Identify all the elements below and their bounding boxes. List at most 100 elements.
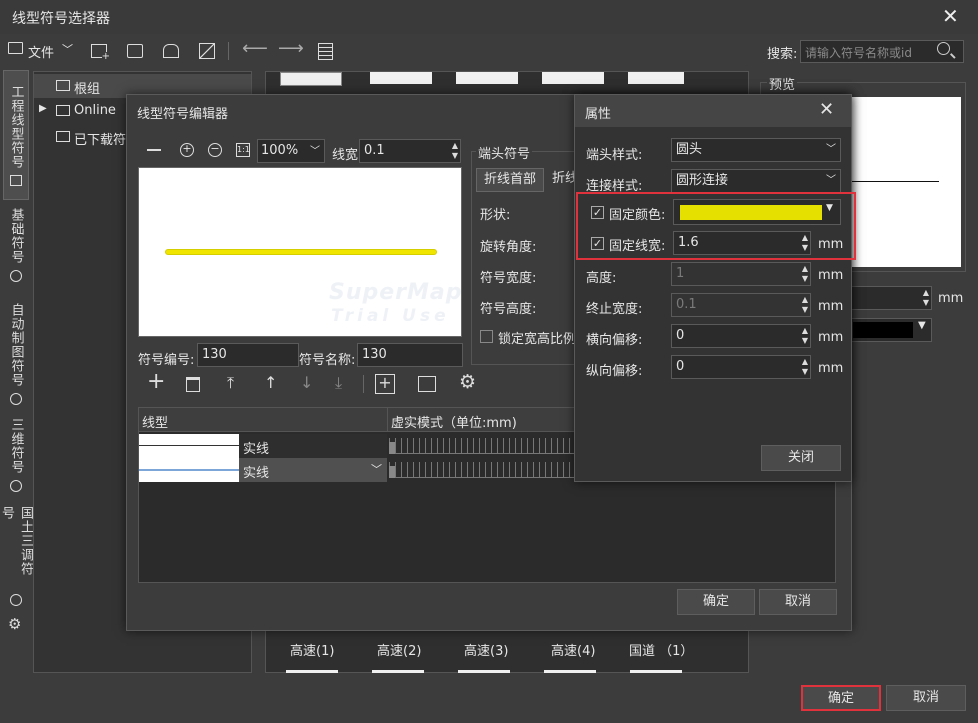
gear-icon[interactable]: ⚙ — [8, 615, 21, 633]
insert-symbol-icon[interactable] — [418, 376, 436, 392]
editor-title: 线型符号编辑器 — [137, 107, 229, 122]
symbol-cell[interactable] — [542, 72, 604, 84]
chevron-down-icon[interactable]: ﹀ — [371, 461, 382, 477]
symbol-label[interactable]: 高速(2) — [377, 640, 421, 659]
watermark: Trial Use — [331, 306, 450, 326]
line-tool-icon[interactable] — [196, 40, 218, 62]
symbol-label[interactable]: 国道 （1） — [629, 640, 693, 659]
right-unit: mm — [938, 291, 964, 306]
dash-ruler[interactable] — [389, 462, 585, 478]
chevron-down-icon: ﹀ — [826, 144, 836, 155]
edited-line[interactable] — [165, 249, 437, 255]
line-width-input[interactable]: 0.1 ▲ ▼ — [359, 139, 461, 163]
globe-icon — [10, 393, 22, 405]
zoom-select[interactable]: 100% ﹀ — [257, 139, 325, 163]
main-ok-button[interactable]: 确定 — [801, 685, 881, 711]
close-button[interactable]: 关闭 — [761, 445, 841, 471]
search-label: 搜索: — [767, 47, 798, 62]
side-tab-basic[interactable]: 基础符号 — [3, 208, 29, 298]
name-input[interactable]: 130 — [357, 343, 463, 367]
back-arrow-icon[interactable]: ⟵ — [242, 38, 268, 59]
main-toolbar: 文件 ﹀ + ⟵ ⟶ 搜索: 请输入符号名称或id — [0, 36, 978, 66]
search-input[interactable]: 请输入符号名称或id — [800, 40, 964, 63]
separator — [363, 375, 364, 393]
name-label: 符号名称: — [299, 353, 356, 368]
side-tab-engineering[interactable]: 工程线型符号 — [3, 70, 29, 200]
col-divider — [387, 408, 388, 432]
color-swatch — [853, 322, 913, 338]
main-cancel-button[interactable]: 取消 — [886, 685, 966, 711]
add-icon[interactable]: + — [147, 369, 165, 394]
cap-style-select[interactable]: 圆头 ﹀ — [671, 138, 841, 162]
height-input[interactable]: 1 ▲ ▼ — [671, 262, 811, 286]
symbol-cell[interactable] — [456, 72, 518, 84]
search-icon[interactable] — [937, 42, 950, 55]
move-down-icon[interactable]: ↓ — [300, 373, 313, 392]
window-title: 线型符号选择器 — [12, 11, 110, 27]
close-icon[interactable]: ✕ — [942, 4, 959, 28]
actual-size-icon[interactable]: 1:1 — [236, 143, 250, 157]
symbol-cell[interactable] — [280, 72, 342, 86]
line-preview — [139, 458, 239, 482]
edit-symbol-icon[interactable] — [124, 40, 146, 62]
lock-ratio-checkbox[interactable] — [480, 330, 493, 343]
dash-ruler[interactable] — [389, 438, 585, 454]
chevron-down-icon: ﹀ — [826, 175, 836, 186]
join-style-select[interactable]: 圆形连接 ﹀ — [671, 169, 841, 193]
move-up-icon[interactable]: ↑ — [264, 373, 277, 392]
zoom-in-icon[interactable]: + — [180, 143, 194, 157]
folder-icon — [8, 42, 23, 54]
right-color-picker[interactable]: ▼ — [850, 318, 932, 342]
import-icon[interactable] — [160, 40, 182, 62]
move-bottom-icon[interactable]: ⤓ — [335, 373, 342, 393]
file-menu[interactable]: 文件 — [28, 42, 54, 61]
settings-icon[interactable]: ⚙ — [459, 371, 476, 393]
globe-icon — [10, 480, 22, 492]
watermark: SuperMap — [329, 280, 463, 305]
end-width-input[interactable]: 0.1 ▲ ▼ — [671, 293, 811, 317]
symbol-label[interactable]: 高速(3) — [464, 640, 508, 659]
symbol-cell[interactable] — [370, 72, 432, 84]
line-width-label: 线宽: — [332, 148, 363, 163]
v-offset-input[interactable]: 0 ▲ ▼ — [671, 355, 811, 379]
right-width-input[interactable]: ▲ ▼ — [850, 286, 932, 310]
book-icon — [10, 175, 22, 186]
editor-cancel-button[interactable]: 取消 — [759, 589, 837, 615]
side-tab-auto[interactable]: 自动制图符号 — [3, 303, 29, 413]
code-label: 符号编号: — [138, 353, 195, 368]
add-row-icon[interactable]: + — [375, 374, 395, 394]
symbol-cell[interactable] — [628, 72, 684, 84]
side-tab-3d[interactable]: 三维符号 — [3, 418, 29, 498]
symbol-underline — [544, 670, 596, 673]
code-input[interactable]: 130 — [197, 343, 299, 367]
delete-icon[interactable] — [186, 377, 200, 392]
side-tab-land[interactable]: 国土三调符号 — [0, 506, 33, 606]
side-tabs: 工程线型符号 基础符号 自动制图符号 三维符号 国土三调符号 ⚙ — [0, 68, 33, 668]
preview-label: 预览 — [767, 74, 798, 93]
minimize-icon[interactable] — [147, 149, 161, 151]
symbol-label[interactable]: 高速(4) — [551, 640, 595, 659]
editor-canvas[interactable]: SuperMap Trial Use — [138, 167, 462, 337]
search-placeholder: 请输入符号名称或id — [805, 46, 912, 60]
search-icon-handle — [950, 53, 956, 59]
col-mode: 虚实模式（单位:mm) — [391, 416, 517, 431]
expand-arrow-icon[interactable]: ▶ — [39, 103, 47, 114]
forward-arrow-icon[interactable]: ⟶ — [278, 38, 304, 59]
folder-icon — [56, 80, 70, 91]
separator — [228, 42, 229, 60]
symbol-underline — [372, 670, 424, 673]
list-icon[interactable] — [314, 40, 336, 62]
properties-body: 端头样式: 圆头 ﹀ 连接样式: 圆形连接 ﹀ ✓ 固定颜色: ▼ ✓ 固定线宽: … — [575, 127, 851, 481]
move-top-icon[interactable]: ⤒ — [227, 373, 234, 393]
chevron-down-icon[interactable]: ﹀ — [62, 41, 73, 57]
editor-ok-button[interactable]: 确定 — [677, 589, 755, 615]
h-offset-input[interactable]: 0 ▲ ▼ — [671, 324, 811, 348]
zoom-out-icon[interactable]: − — [208, 143, 222, 157]
properties-titlebar: 属性 ✕ — [575, 95, 851, 127]
close-icon[interactable]: ✕ — [819, 99, 834, 120]
globe-icon — [10, 594, 22, 606]
new-symbol-icon[interactable]: + — [88, 40, 110, 62]
tab-line-head[interactable]: 折线首部 — [476, 168, 544, 192]
symbol-label[interactable]: 高速(1) — [290, 640, 334, 659]
dropdown-arrow-icon[interactable]: ▼ — [918, 320, 926, 331]
